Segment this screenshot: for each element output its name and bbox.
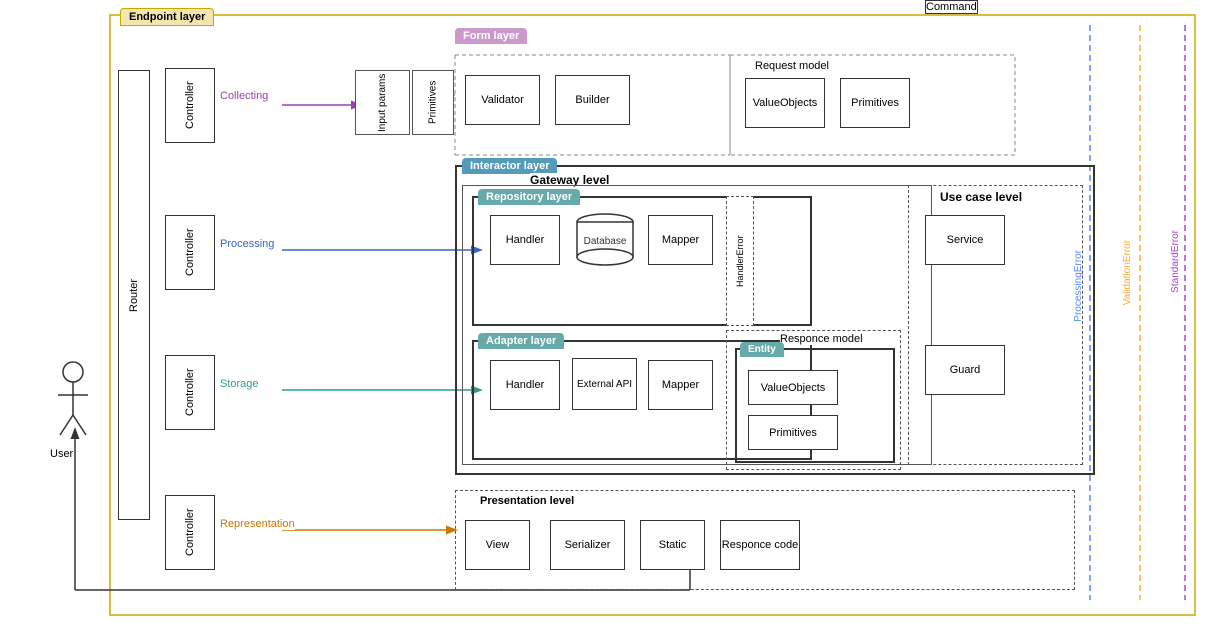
controller-4-box: Controller: [165, 495, 215, 570]
command-box: Command: [925, 0, 978, 14]
entity-label: Entity: [740, 342, 784, 357]
guard-box: Guard: [925, 345, 1005, 395]
mapper-adapter-box: Mapper: [648, 360, 713, 410]
handler-adapter-box: Handler: [490, 360, 560, 410]
representation-label: Representation: [220, 518, 295, 530]
service-box: Service: [925, 215, 1005, 265]
adapter-layer-label: Adapter layer: [478, 333, 564, 349]
storage-label: Storage: [220, 378, 259, 390]
endpoint-layer-label: Endpoint layer: [120, 8, 214, 26]
handler-repo-box: Handler: [490, 215, 560, 265]
repository-layer-label: Repository layer: [478, 189, 580, 205]
input-params-box: Input params: [355, 70, 410, 135]
controller-2-box: Controller: [165, 215, 215, 290]
static-box: Static: [640, 520, 705, 570]
external-api-box: External API: [572, 358, 637, 410]
responce-code-box: Responce code: [720, 520, 800, 570]
diagram: Endpoint layer User Router Controller Co…: [0, 0, 1226, 638]
responce-model-label: Responce model: [780, 333, 863, 345]
controller-3-box: Controller: [165, 355, 215, 430]
processing-error-label: ProcessingError: [1073, 250, 1084, 322]
serializer-box: Serializer: [550, 520, 625, 570]
user-label: User: [50, 448, 73, 460]
standard-error-label: StandardError: [1170, 230, 1181, 293]
valueobjects-req-box: ValueObjects: [745, 78, 825, 128]
user-figure: [48, 360, 98, 443]
primitives-form-box: Primitives: [412, 70, 454, 135]
database-box: Database: [572, 210, 637, 270]
handler-error-box: HandlerError: [726, 196, 754, 326]
validation-error-label: ValidationError: [1122, 240, 1133, 305]
primitives-req-box: Primitives: [840, 78, 910, 128]
form-layer-label: Form layer: [455, 28, 527, 44]
controller-1-box: Controller: [165, 68, 215, 143]
request-model-label: Request model: [755, 60, 829, 72]
interactor-layer-label: Interactor layer: [462, 158, 557, 174]
router-box: Router: [118, 70, 150, 520]
collecting-label: Collecting: [220, 90, 268, 102]
svg-text:Database: Database: [583, 236, 626, 247]
primitives-entity-box: Primitives: [748, 415, 838, 450]
valueobjects-entity-box: ValueObjects: [748, 370, 838, 405]
validator-box: Validator: [465, 75, 540, 125]
processing-label: Processing: [220, 238, 274, 250]
presentation-level-label: Presentation level: [480, 495, 574, 507]
usecase-level-label: Use case level: [940, 190, 1022, 204]
mapper-repo-box: Mapper: [648, 215, 713, 265]
builder-box: Builder: [555, 75, 630, 125]
view-box: View: [465, 520, 530, 570]
